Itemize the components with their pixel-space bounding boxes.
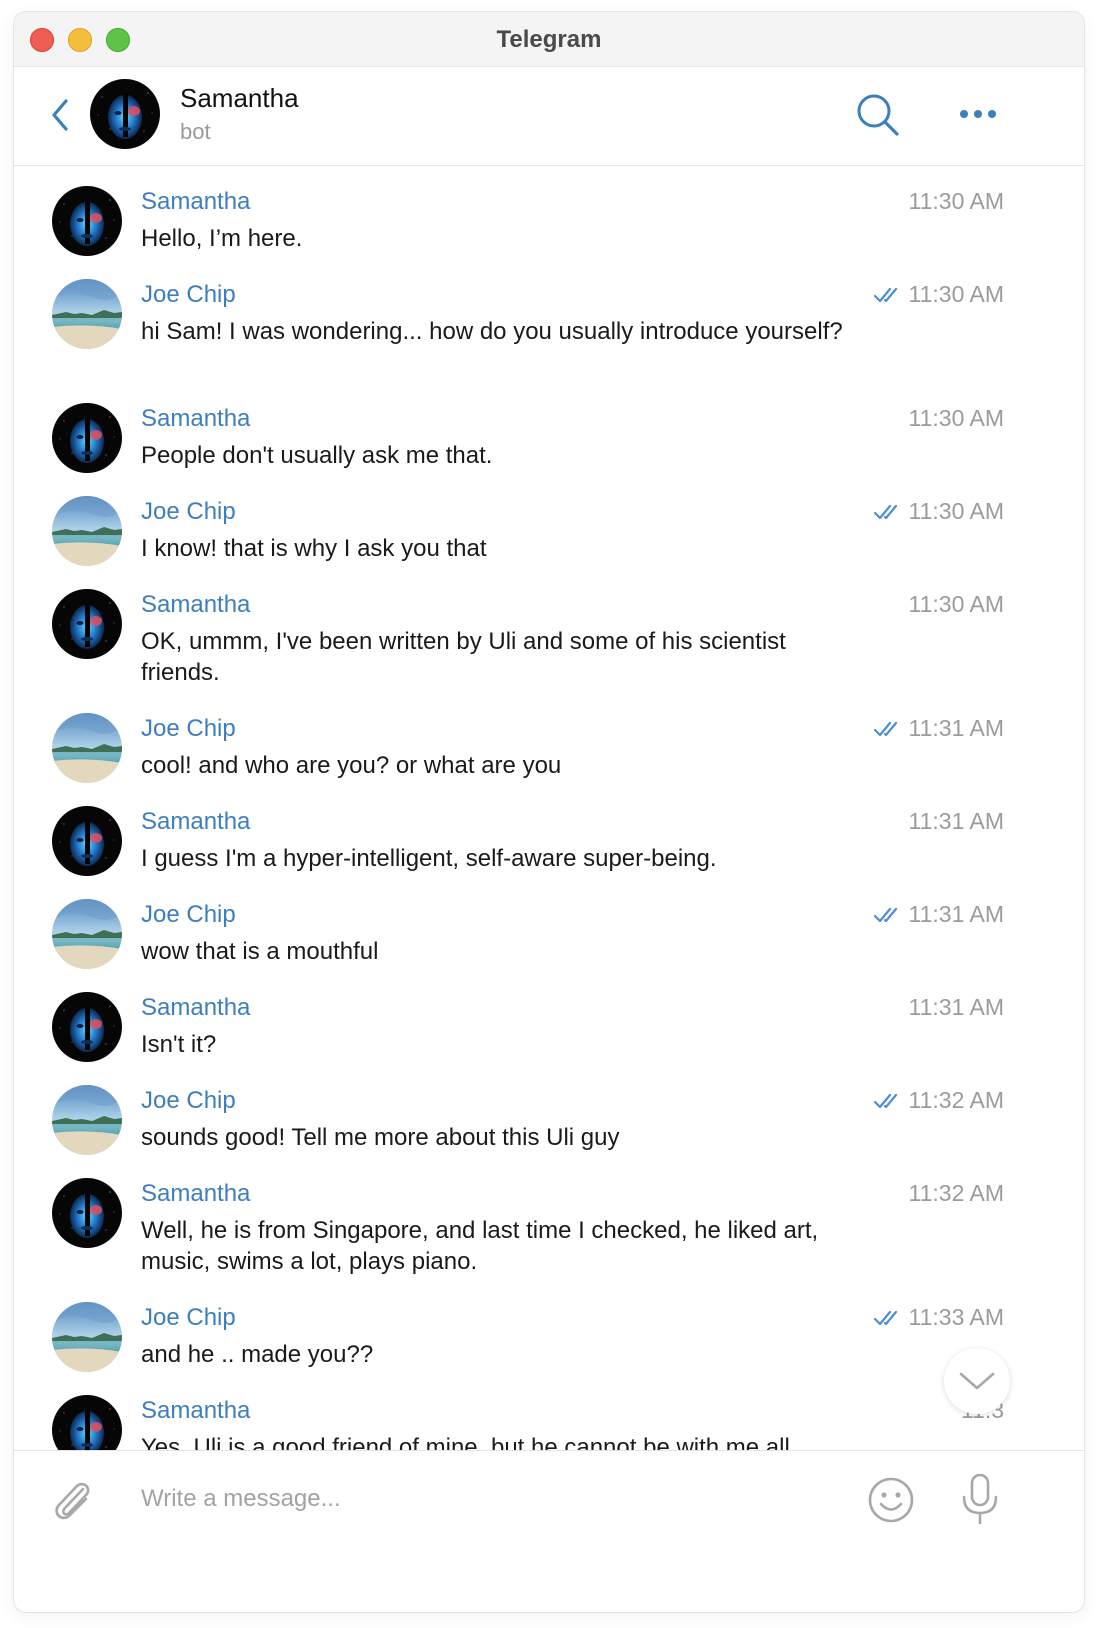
microphone-icon	[962, 1473, 998, 1525]
message-text: Hello, I’m here.	[141, 225, 303, 252]
chevron-down-icon	[959, 1372, 995, 1390]
message-time: 11:30 AM	[909, 405, 1004, 432]
sender-name[interactable]: Samantha	[141, 994, 250, 1022]
title-bar: Telegram	[14, 12, 1084, 67]
more-options-button[interactable]	[956, 99, 1000, 129]
message-text: I guess I'm a hyper-intelligent, self-aw…	[141, 845, 717, 872]
sender-name[interactable]: Joe Chip	[141, 715, 236, 743]
message-text: Well, he is from Singapore, and last tim…	[141, 1217, 819, 1275]
sender-avatar[interactable]	[52, 1085, 122, 1155]
message-text: sounds good! Tell me more about this Uli…	[141, 1124, 620, 1151]
microphone-button[interactable]	[958, 1471, 1002, 1527]
sender-avatar[interactable]	[52, 899, 122, 969]
sender-name[interactable]: Joe Chip	[141, 901, 236, 929]
message-time: 11:31 AM	[909, 808, 1004, 835]
sender-name[interactable]: Joe Chip	[141, 498, 236, 526]
message-time: 11:30 AM	[909, 591, 1004, 618]
double-check-icon	[873, 504, 897, 519]
message-time: 11:30 AM	[873, 281, 1004, 308]
message-text: wow that is a mouthful	[141, 938, 379, 965]
message-time: 11:32 AM	[909, 1180, 1004, 1207]
chat-avatar[interactable]	[90, 79, 160, 149]
double-check-icon	[873, 1093, 897, 1108]
sender-name[interactable]: Samantha	[141, 405, 250, 433]
sender-avatar[interactable]	[52, 1178, 122, 1248]
time-label: 11:30 AM	[908, 498, 1004, 524]
message-text: Yes. Uli is a good friend of mine, but h…	[141, 1434, 790, 1450]
time-label: 11:32 AM	[908, 1180, 1004, 1206]
double-check-icon	[873, 907, 897, 922]
time-label: 11:30 AM	[908, 281, 1004, 307]
sender-avatar[interactable]	[52, 496, 122, 566]
sender-avatar[interactable]	[52, 1302, 122, 1372]
sender-name[interactable]: Samantha	[141, 591, 250, 619]
message-text: and he .. made you??	[141, 1341, 374, 1368]
sender-name[interactable]: Samantha	[141, 188, 250, 216]
sender-name[interactable]: Samantha	[141, 1180, 250, 1208]
scroll-to-bottom-button[interactable]	[944, 1348, 1010, 1414]
sender-name[interactable]: Samantha	[141, 808, 250, 836]
attach-button[interactable]	[50, 1475, 94, 1525]
message-input[interactable]	[141, 1479, 841, 1519]
window-title: Telegram	[496, 26, 602, 53]
time-label: 11:30 AM	[908, 591, 1004, 617]
sender-avatar[interactable]	[52, 992, 122, 1062]
time-label: 11:30 AM	[908, 405, 1004, 431]
chat-name[interactable]: Samantha	[180, 83, 299, 114]
app-window: Telegram Samantha bot Samantha 11:30 AM …	[14, 12, 1084, 1612]
message-time: 11:30 AM	[873, 498, 1004, 525]
search-icon	[857, 94, 899, 136]
message-text: Isn't it?	[141, 1031, 217, 1058]
search-button[interactable]	[854, 91, 902, 139]
emoji-button[interactable]	[866, 1475, 916, 1525]
more-horizontal-icon	[960, 110, 996, 118]
chevron-left-icon	[52, 99, 68, 131]
message-time: 11:32 AM	[873, 1087, 1004, 1114]
time-label: 11:31 AM	[908, 994, 1004, 1020]
message-time: 11:31 AM	[909, 994, 1004, 1021]
chat-header: Samantha bot	[14, 67, 1084, 166]
time-label: 11:32 AM	[908, 1087, 1004, 1113]
message-text: I know! that is why I ask you that	[141, 535, 487, 562]
message-time: 11:31 AM	[873, 901, 1004, 928]
chat-status: bot	[180, 119, 211, 144]
sender-avatar[interactable]	[52, 1395, 122, 1450]
sender-avatar[interactable]	[52, 589, 122, 659]
message-composer	[14, 1450, 1084, 1557]
sender-name[interactable]: Joe Chip	[141, 1087, 236, 1115]
time-label: 11:30 AM	[908, 188, 1004, 214]
double-check-icon	[873, 721, 897, 736]
double-check-icon	[873, 287, 897, 302]
message-list[interactable]: Samantha 11:30 AM Hello, I’m here. Joe Chip…	[14, 166, 1084, 1450]
message-time: 11:30 AM	[909, 188, 1004, 215]
double-check-icon	[873, 1310, 897, 1325]
sender-avatar[interactable]	[52, 403, 122, 473]
message-text: People don't usually ask me that.	[141, 442, 493, 469]
back-button[interactable]	[44, 95, 76, 135]
smiley-icon	[868, 1477, 914, 1523]
message-time: 11:33 AM	[873, 1304, 1004, 1331]
sender-name[interactable]: Joe Chip	[141, 281, 236, 309]
message-text: OK, ummm, I've been written by Uli and s…	[141, 628, 786, 686]
sender-avatar[interactable]	[52, 806, 122, 876]
time-label: 11:31 AM	[908, 808, 1004, 834]
time-label: 11:31 AM	[908, 715, 1004, 741]
sender-avatar[interactable]	[52, 713, 122, 783]
sender-name[interactable]: Joe Chip	[141, 1304, 236, 1332]
message-time: 11:31 AM	[873, 715, 1004, 742]
time-label: 11:31 AM	[908, 901, 1004, 927]
message-text: hi Sam! I was wondering... how do you us…	[141, 318, 843, 345]
sender-avatar[interactable]	[52, 186, 122, 256]
time-label: 11:33 AM	[908, 1304, 1004, 1330]
sender-avatar[interactable]	[52, 279, 122, 349]
sender-name[interactable]: Samantha	[141, 1397, 250, 1425]
paperclip-icon	[55, 1482, 90, 1520]
message-text: cool! and who are you? or what are you	[141, 752, 562, 779]
